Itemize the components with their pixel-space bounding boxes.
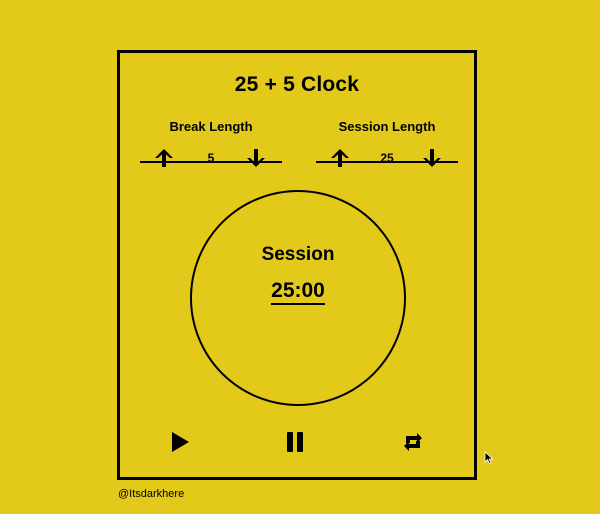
arrow-up-icon	[155, 149, 173, 167]
timer-display: Session 25:00	[190, 190, 406, 406]
timer-time-wrapper: 25:00	[192, 279, 404, 305]
break-length-row: 5	[140, 144, 282, 172]
pause-icon	[287, 432, 303, 452]
session-increment-button[interactable]	[328, 146, 352, 170]
clock-container: 25 + 5 Clock Break Length 5 Session Leng…	[117, 50, 477, 480]
session-length-divider	[316, 161, 458, 163]
session-decrement-button[interactable]	[420, 146, 444, 170]
break-decrement-button[interactable]	[244, 146, 268, 170]
reset-button[interactable]	[401, 430, 425, 454]
page: 25 + 5 Clock Break Length 5 Session Leng…	[0, 0, 600, 514]
app-title: 25 + 5 Clock	[234, 73, 360, 96]
repeat-icon	[404, 433, 422, 451]
break-length-divider	[140, 161, 282, 163]
break-length-control: Break Length 5	[140, 119, 282, 172]
author-credit[interactable]: @Itsdarkhere	[118, 488, 184, 500]
arrow-down-icon	[247, 149, 265, 167]
time-left: 25:00	[271, 279, 325, 305]
session-length-row: 25	[316, 144, 458, 172]
pause-button[interactable]	[283, 430, 307, 454]
mouse-pointer-icon	[484, 451, 494, 465]
break-increment-button[interactable]	[152, 146, 176, 170]
arrow-up-icon	[331, 149, 349, 167]
timer-label: Session	[261, 244, 335, 265]
play-icon	[172, 432, 189, 452]
break-length-label: Break Length	[169, 119, 253, 134]
play-button[interactable]	[168, 430, 192, 454]
session-length-control: Session Length 25	[316, 119, 458, 172]
arrow-down-icon	[423, 149, 441, 167]
session-length-label: Session Length	[338, 119, 436, 134]
